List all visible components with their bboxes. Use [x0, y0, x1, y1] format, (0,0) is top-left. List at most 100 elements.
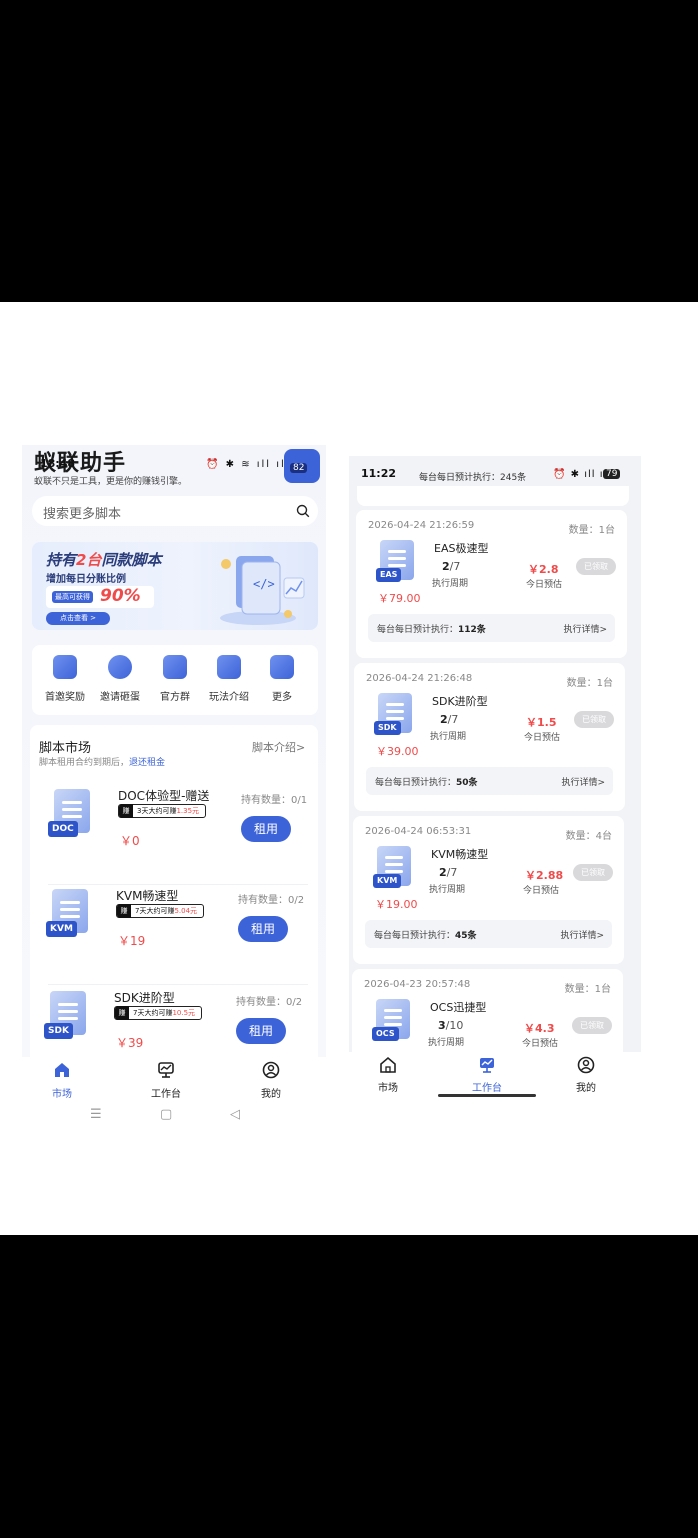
banner-subtitle: 增加每日分账比例: [46, 574, 126, 585]
home-icon: [380, 1056, 396, 1073]
battery-level: 79: [603, 469, 621, 479]
script-doc-icon: SDK: [44, 989, 96, 1045]
script-doc-icon: KVM: [373, 844, 419, 892]
order-name: OCS迅捷型: [430, 1001, 487, 1014]
status-time: 18:48: [40, 457, 76, 470]
period-progress: 2/7: [442, 560, 461, 573]
script-intro-link[interactable]: 脚本介绍>: [252, 739, 305, 755]
promo-banner[interactable]: 持有2台同款脚本 增加每日分账比例 最高可获得 90% 点击查看 > </>: [32, 542, 318, 630]
period-label: 执行周期: [428, 1038, 465, 1048]
workbench-icon: [158, 1062, 174, 1078]
market-item[interactable]: KVM KVM畅速型 赚 7天大约可赚5.04元 ￥19 持有数量：0/2 租用: [30, 887, 318, 985]
rent-button[interactable]: 租用: [238, 916, 288, 942]
grid-icon: [270, 655, 294, 679]
back-icon[interactable]: ◁: [230, 1107, 240, 1122]
tab-market[interactable]: 市场: [32, 1061, 92, 1100]
item-price: ￥19: [118, 934, 146, 948]
chat-icon: [163, 655, 187, 679]
today-estimate: ￥2.88: [525, 869, 564, 882]
search-icon[interactable]: [296, 504, 310, 518]
claimed-button[interactable]: 已领取: [573, 864, 613, 881]
home-indicator[interactable]: [438, 1094, 536, 1097]
today-estimate: ￥4.3: [524, 1022, 555, 1035]
banner-cta-button[interactable]: 点击查看 >: [46, 612, 110, 625]
workbench-icon: [480, 1058, 494, 1073]
order-price: ￥19.00: [375, 898, 418, 911]
detail-link[interactable]: 执行详情>: [560, 928, 604, 941]
quick-action-first-invite[interactable]: 首邀奖励: [37, 655, 93, 703]
claimed-button[interactable]: 已领取: [574, 711, 614, 728]
order-quantity: 数量：1台: [568, 525, 615, 536]
order-footer: 每台每日预计执行：112条 执行详情>: [368, 614, 615, 642]
today-estimate: ￥1.5: [526, 716, 557, 729]
tab-mine[interactable]: 我的: [241, 1061, 301, 1100]
system-nav-bar: ☰ ▢ ◁: [22, 1105, 326, 1135]
script-doc-icon: DOC: [48, 787, 100, 843]
tab-market[interactable]: 市场: [358, 1056, 418, 1094]
script-market: 脚本市场 脚本介绍> 脚本租用合约到期后，退还租金 DOC DOC体验型-赠送 …: [30, 725, 318, 1105]
status-time: 11:22: [361, 467, 397, 480]
order-card[interactable]: 2026-04-23 20:57:48 数量：1台 OCS OCS迅捷型 3/1…: [352, 969, 623, 1059]
banner-illustration: </>: [220, 556, 305, 625]
market-screen: 蚁联助手 18:48 ⏰ ✱ ≋ ıll ıll 82 蚁联不只是工具，更是你的…: [22, 445, 326, 1135]
claimed-button[interactable]: 已领取: [572, 1017, 612, 1034]
home-icon: [55, 1063, 69, 1077]
earn-badge: 赚 3天大约可赚1.35元: [118, 804, 207, 818]
tab-workbench[interactable]: 工作台: [457, 1056, 517, 1094]
script-doc-icon: EAS: [376, 538, 422, 586]
item-holding: 持有数量：0/1: [241, 795, 308, 806]
item-price: ￥0: [120, 834, 140, 848]
menu-icon[interactable]: ☰: [90, 1107, 102, 1122]
egg-icon: [108, 655, 132, 679]
item-name: DOC体验型-赠送: [118, 789, 210, 803]
order-card[interactable]: 2026-04-24 06:53:31 数量：4台 KVM ￥19.00 KVM…: [353, 816, 624, 964]
quick-action-official-group[interactable]: 官方群: [147, 655, 203, 703]
order-quantity: 数量：1台: [564, 984, 611, 995]
period-progress: 3/10: [438, 1019, 464, 1032]
home-button-icon[interactable]: ▢: [160, 1107, 172, 1122]
document-icon: [217, 655, 241, 679]
quick-action-more[interactable]: 更多: [254, 655, 310, 703]
assistant-avatar-icon[interactable]: 82: [284, 449, 320, 483]
order-card[interactable]: 2026-04-24 21:26:59 数量：1台 EAS ￥79.00 EAS…: [356, 510, 627, 658]
order-price: ￥39.00: [376, 745, 419, 758]
svg-text:</>: </>: [253, 577, 275, 591]
order-quantity: 数量：4台: [565, 831, 612, 842]
tab-workbench[interactable]: 工作台: [136, 1061, 196, 1100]
today-estimate: ￥2.8: [528, 563, 559, 576]
status-bar: 11:22 每台每日预计执行：245条 ⏰ ✱ ıll ıll 79: [349, 456, 641, 484]
claimed-button[interactable]: 已领取: [576, 558, 616, 575]
item-name: KVM畅速型: [116, 889, 179, 903]
search-input[interactable]: 搜索更多脚本: [32, 496, 318, 526]
tab-mine[interactable]: 我的: [556, 1056, 616, 1094]
rent-button[interactable]: 租用: [236, 1018, 286, 1044]
estimate-label: 今日预估: [526, 580, 563, 590]
detail-link[interactable]: 执行详情>: [563, 622, 607, 635]
order-footer: 每台每日预计执行：45条 执行详情>: [365, 920, 612, 948]
detail-link[interactable]: 执行详情>: [561, 775, 605, 788]
order-quantity: 数量：1台: [566, 678, 613, 689]
slogan: 蚁联不只是工具，更是你的赚钱引擎。: [34, 477, 188, 487]
scrolled-text: 每台每日预计执行：245条: [419, 473, 527, 483]
order-date: 2026-04-24 21:26:59: [368, 520, 475, 531]
quick-action-guide[interactable]: 玩法介绍: [201, 655, 257, 703]
market-item[interactable]: DOC DOC体验型-赠送 赚 3天大约可赚1.35元 ￥0 持有数量：0/1 租…: [30, 787, 318, 885]
period-progress: 2/7: [440, 713, 459, 726]
order-footer: 每台每日预计执行：50条 执行详情>: [366, 767, 613, 795]
period-label: 执行周期: [432, 579, 469, 589]
script-doc-icon: SDK: [374, 691, 420, 739]
item-holding: 持有数量：0/2: [238, 895, 305, 906]
divider: [48, 884, 308, 885]
order-date: 2026-04-24 21:26:48: [366, 673, 473, 684]
order-date: 2026-04-24 06:53:31: [365, 826, 472, 837]
earn-badge: 赚 7天大约可赚5.04元: [116, 904, 205, 918]
estimate-label: 今日预估: [524, 733, 561, 743]
order-name: SDK进阶型: [432, 695, 488, 708]
order-name: KVM畅速型: [431, 848, 489, 861]
battery-level: 82: [290, 463, 308, 473]
order-date: 2026-04-23 20:57:48: [364, 979, 471, 990]
rent-button[interactable]: 租用: [241, 816, 291, 842]
order-card[interactable]: 2026-04-24 21:26:48 数量：1台 SDK ￥39.00 SDK…: [354, 663, 625, 811]
item-holding: 持有数量：0/2: [236, 997, 303, 1008]
quick-action-egg[interactable]: 邀请砸蛋: [92, 655, 148, 703]
